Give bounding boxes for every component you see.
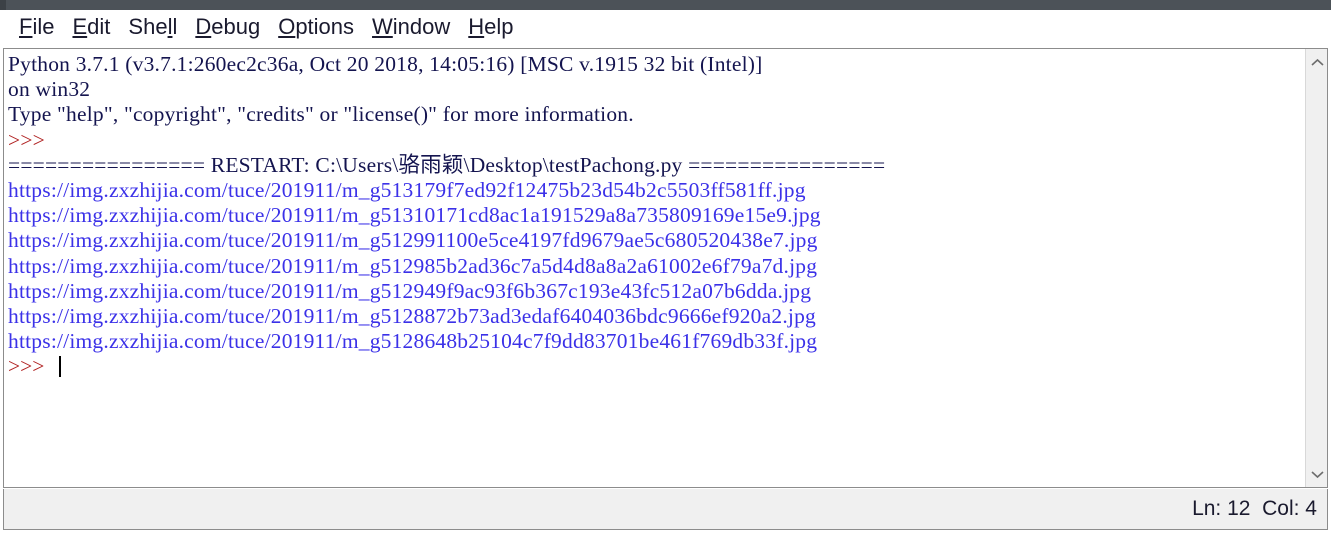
menu-accelerator-letter: W <box>372 14 393 39</box>
shell-line-banner: Python 3.7.1 (v3.7.1:260ec2c36a, Oct 20 … <box>8 52 763 76</box>
chevron-down-icon <box>1310 470 1324 478</box>
shell-active-prompt-row[interactable]: >>> <box>8 354 1305 379</box>
shell-line-banner: on win32 <box>8 77 91 102</box>
menu-item-file[interactable]: File <box>10 14 63 40</box>
scroll-up-arrow-icon[interactable] <box>1306 51 1328 73</box>
shell-line-url: https://img.zxzhijia.com/tuce/201911/m_g… <box>8 303 816 328</box>
text-caret <box>58 356 61 378</box>
shell-line-url: https://img.zxzhijia.com/tuce/201911/m_g… <box>8 203 821 228</box>
menu-item-window[interactable]: Window <box>363 14 459 40</box>
menu-item-shell[interactable]: Shell <box>119 14 186 40</box>
cursor-position-indicator: Ln: 12 Col: 4 <box>1192 497 1317 520</box>
shell-line-url: https://img.zxzhijia.com/tuce/201911/m_g… <box>8 329 818 354</box>
shell-line-url: https://img.zxzhijia.com/tuce/201911/m_g… <box>8 278 812 303</box>
menu-item-debug[interactable]: Debug <box>186 14 269 40</box>
shell-text-frame: Python 3.7.1 (v3.7.1:260ec2c36a, Oct 20 … <box>3 48 1328 488</box>
window-titlebar <box>0 0 1331 10</box>
scroll-down-arrow-icon[interactable] <box>1306 463 1328 485</box>
vertical-scrollbar[interactable] <box>1305 49 1327 487</box>
shell-line-url: https://img.zxzhijia.com/tuce/201911/m_g… <box>8 177 806 202</box>
menu-bar: File Edit Shell Debug Options Window Help <box>0 10 1331 44</box>
window-bottom-edge <box>0 531 1331 535</box>
shell-line-banner: Type "help", "copyright", "credits" or "… <box>8 102 634 127</box>
shell-line-restart: ================ RESTART: C:\Users\骆雨颖\D… <box>8 152 886 177</box>
shell-output-area[interactable]: Python 3.7.1 (v3.7.1:260ec2c36a, Oct 20 … <box>4 49 1305 487</box>
status-bar: Ln: 12 Col: 4 <box>3 489 1328 530</box>
menu-accelerator-letter: F <box>19 14 33 39</box>
shell-prompt-ps1: >>> <box>8 354 50 379</box>
menu-accelerator-letter: E <box>72 14 88 39</box>
menu-item-edit[interactable]: Edit <box>63 14 119 40</box>
menu-item-options[interactable]: Options <box>269 14 363 40</box>
shell-line-url: https://img.zxzhijia.com/tuce/201911/m_g… <box>8 253 818 278</box>
menu-item-help[interactable]: Help <box>459 14 522 40</box>
menu-accelerator-letter: D <box>195 14 212 39</box>
shell-line-prompt: >>> <box>8 127 51 152</box>
menu-accelerator-letter: O <box>278 14 296 39</box>
window-titlebar-left-edge <box>0 0 6 10</box>
menu-accelerator-letter: l <box>167 14 173 39</box>
chevron-up-icon <box>1310 58 1324 66</box>
idle-shell-window: File Edit Shell Debug Options Window Help Pyth… <box>0 0 1331 535</box>
shell-line-url: https://img.zxzhijia.com/tuce/201911/m_g… <box>8 228 818 253</box>
menu-accelerator-letter: H <box>468 14 485 39</box>
